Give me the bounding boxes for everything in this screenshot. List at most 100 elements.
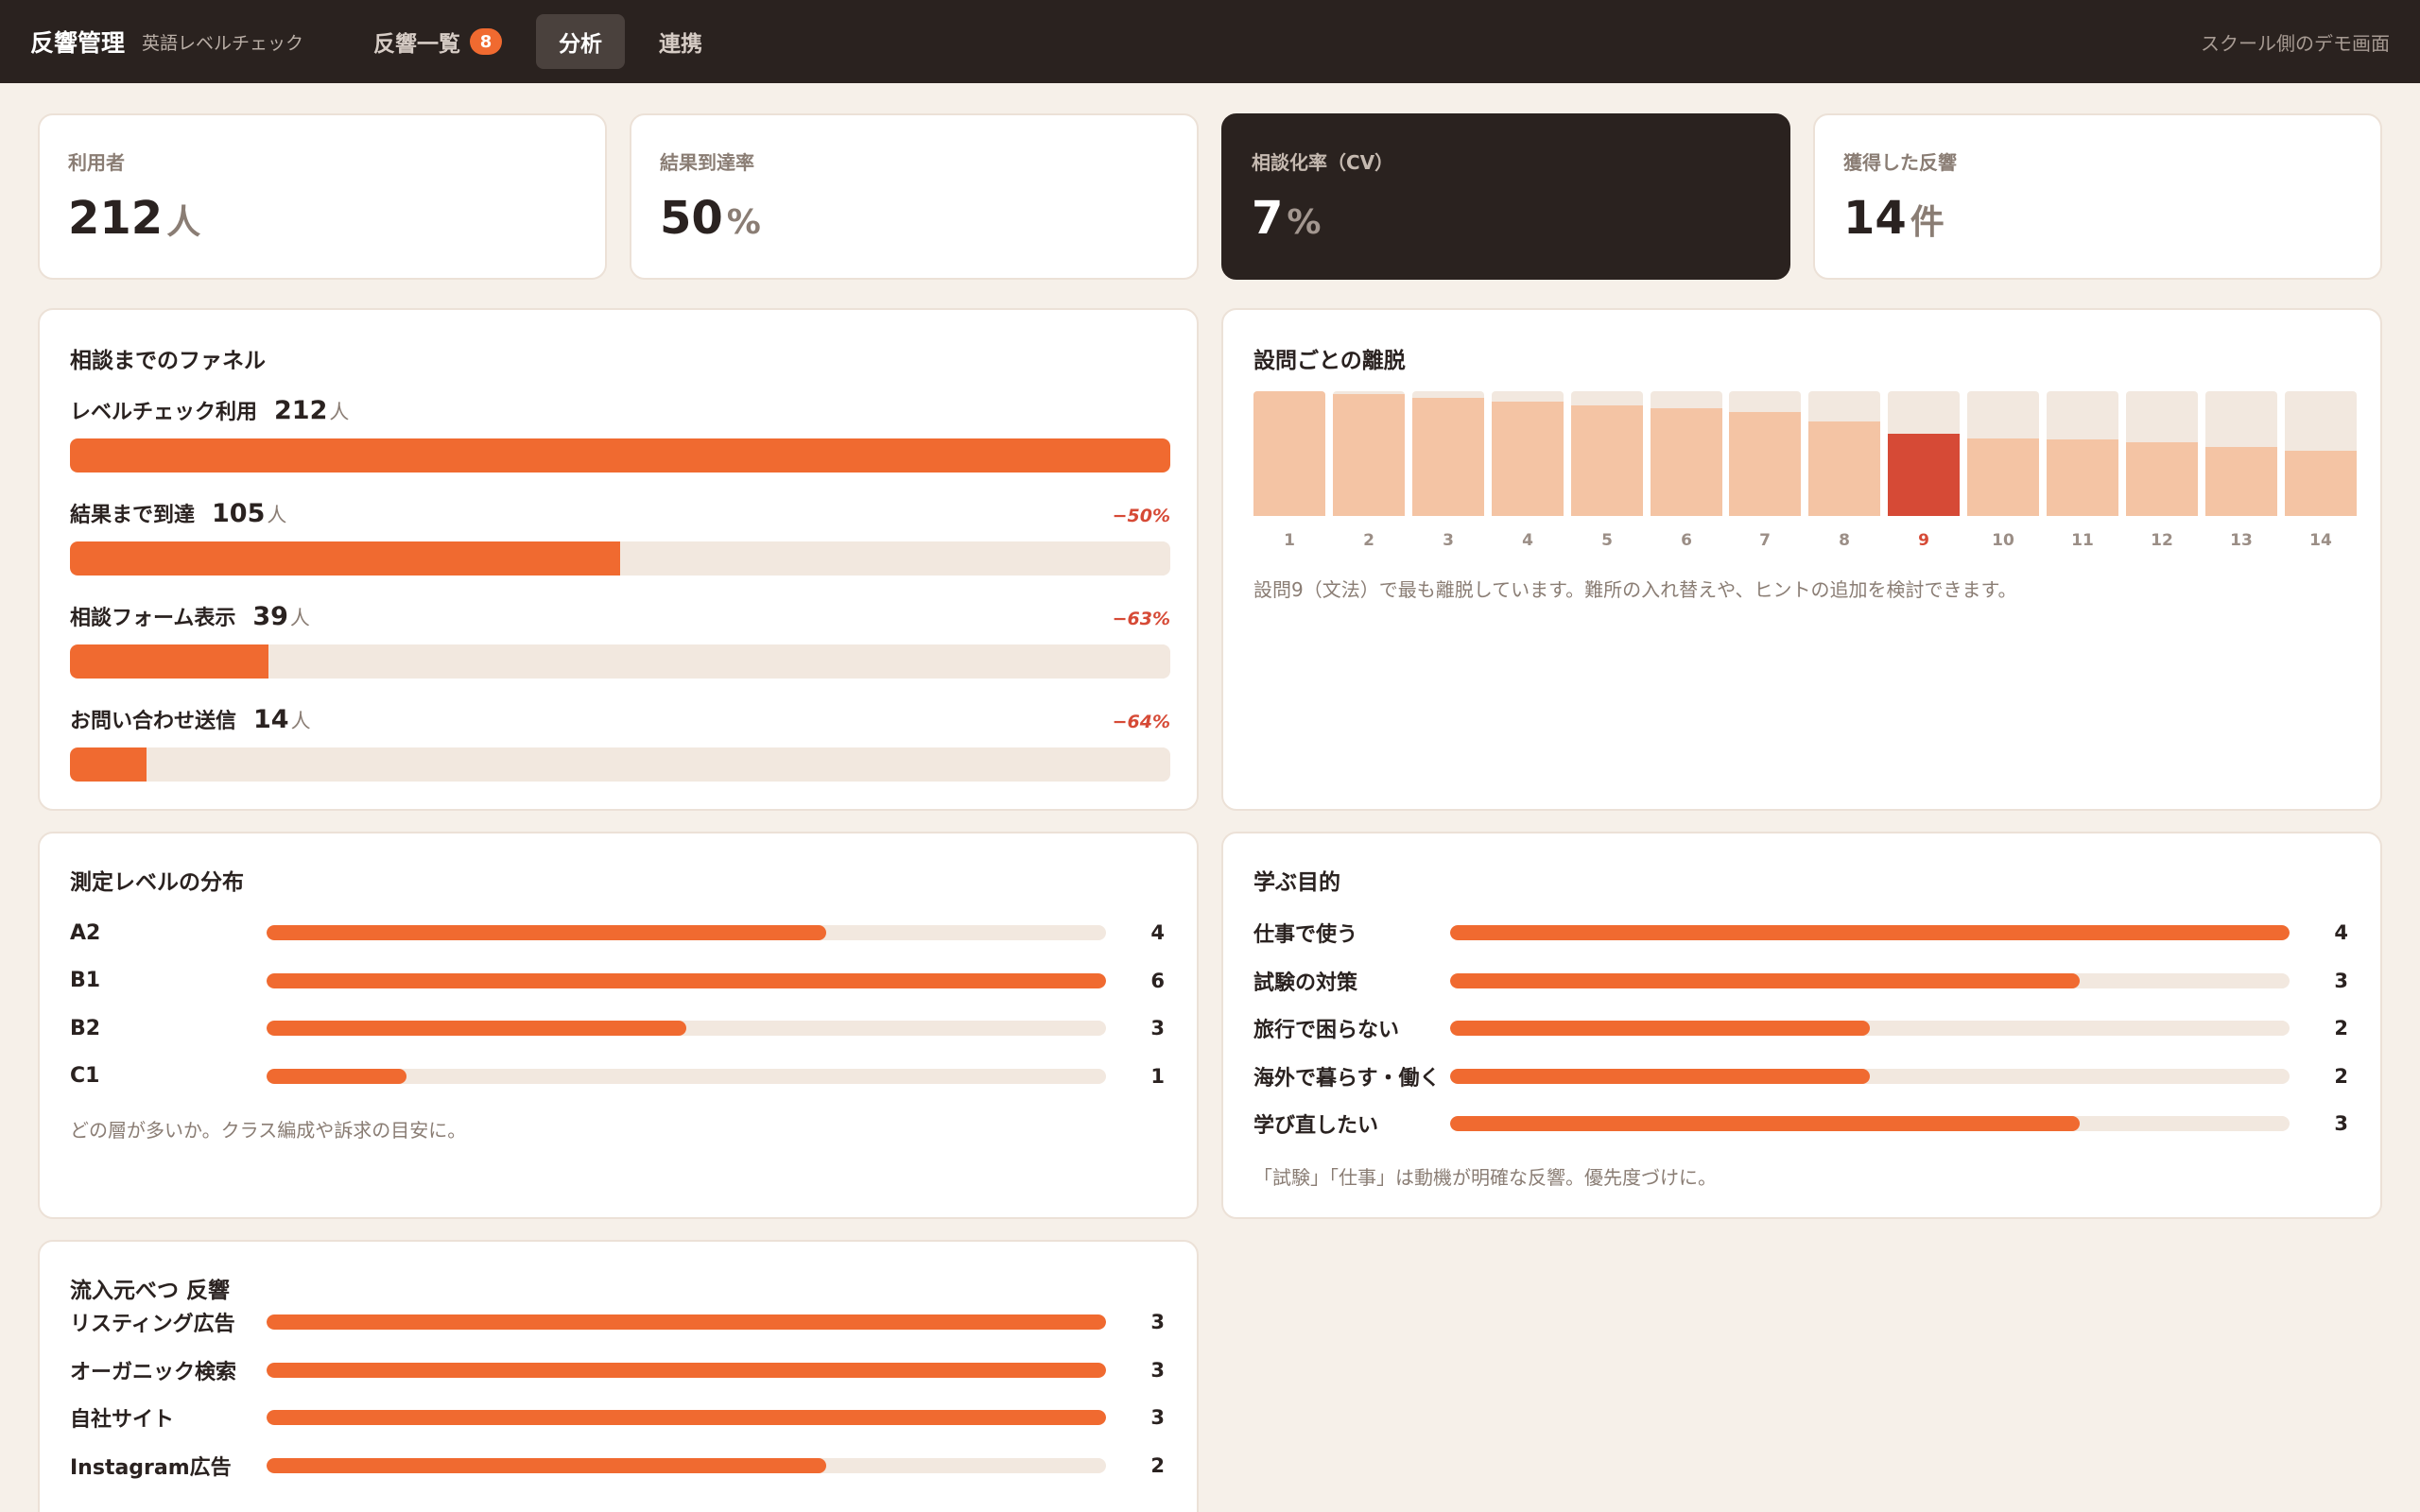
- dropout-chart: [1253, 391, 2357, 516]
- source-value: 3: [1150, 1358, 1165, 1382]
- funnel-step: 結果まで到達 105 人 −50%: [70, 498, 1170, 576]
- purpose-value: 3: [2334, 969, 2348, 992]
- level-value: 1: [1150, 1064, 1165, 1088]
- dropout-axis-label: 9: [1918, 531, 1929, 550]
- dropout-axis-label: 5: [1601, 531, 1613, 550]
- dropout-bar-fill: [2285, 451, 2357, 516]
- panel-title: 相談までのファネル: [70, 349, 266, 373]
- stat-label: 獲得した反響: [1843, 151, 1957, 174]
- dropout-bar-fill: [2126, 442, 2198, 516]
- purpose-bar-fill: [1450, 972, 2080, 988]
- level-bar-fill: [267, 1068, 406, 1084]
- dropout-axis-label: 3: [1443, 531, 1454, 550]
- purpose-value: 2: [2334, 1064, 2348, 1088]
- tab-analytics-label: 分析: [559, 32, 603, 57]
- stat-label: 利用者: [68, 151, 125, 174]
- funnel-step-name: 相談フォーム表示: [70, 607, 236, 630]
- purpose-label: 海外で暮らす・働く: [1253, 1066, 1441, 1091]
- funnel-bar-track: [70, 644, 1170, 679]
- source-row: リスティング広告 3: [70, 1306, 1165, 1338]
- funnel-step-unit: 人: [289, 607, 310, 629]
- level-label: B1: [70, 969, 101, 992]
- source-bar-fill: [267, 1410, 1106, 1425]
- tab-inquiries[interactable]: 反響一覧 8: [351, 14, 525, 69]
- funnel-step-count: 39: [252, 602, 288, 631]
- demo-notice: スクール側のデモ画面: [2201, 31, 2390, 55]
- level-label: B2: [70, 1016, 101, 1040]
- level-row: B1 6: [70, 965, 1165, 997]
- funnel-step-count: 105: [212, 499, 266, 528]
- source-value: 3: [1150, 1406, 1165, 1429]
- dropout-bar-fill: [1571, 405, 1643, 516]
- dropout-axis-label: 6: [1681, 531, 1692, 550]
- level-value: 4: [1150, 921, 1165, 944]
- inquiries-count-badge: 8: [470, 28, 503, 55]
- funnel-step-unit: 人: [267, 504, 287, 526]
- stat-card-users: 利用者 212 人: [38, 113, 607, 280]
- purpose-bar-track: [1450, 925, 2290, 940]
- funnel-step-name: レベルチェック利用: [70, 401, 258, 424]
- dropout-bar-fill: [1888, 434, 1960, 516]
- dropout-bar-fill: [1967, 438, 2039, 516]
- purpose-bar-track: [1450, 1068, 2290, 1084]
- stat-value: 14 件: [1843, 192, 1945, 245]
- purpose-value: 3: [2334, 1112, 2348, 1135]
- purpose-row: 海外で暮らす・働く 2: [1253, 1060, 2348, 1092]
- dropout-note: 設問9（文法）で最も離脱しています。難所の入れ替えや、ヒントの追加を検討できます…: [1253, 578, 2017, 601]
- dropout-bar-q6: [1651, 391, 1722, 516]
- level-bar-track: [267, 925, 1106, 940]
- funnel-step-name: お問い合わせ送信: [70, 710, 237, 733]
- level-label: C1: [70, 1064, 100, 1088]
- funnel-bar-track: [70, 541, 1170, 576]
- purpose-bar-fill: [1450, 1068, 1870, 1084]
- purpose-bar-fill: [1450, 1116, 2080, 1131]
- dropout-bar-q12: [2126, 391, 2198, 516]
- dropout-bar-q3: [1412, 391, 1484, 516]
- level-distribution-panel: 測定レベルの分布 A2 4 B1 6 B2 3 C1 1 どの層が多いか。クラス編成や訴求の目…: [38, 832, 1199, 1219]
- tab-analytics[interactable]: 分析: [536, 14, 626, 69]
- dropout-axis-label: 10: [1992, 531, 2014, 550]
- dropout-bar-q2: [1333, 391, 1405, 516]
- dropout-bar-q4: [1492, 391, 1564, 516]
- tab-inquiries-label: 反響一覧: [373, 32, 461, 57]
- dropout-axis-label: 2: [1363, 531, 1374, 550]
- dropout-bar-q9: [1888, 391, 1960, 516]
- dropout-bar-q13: [2205, 391, 2277, 516]
- tab-integrations[interactable]: 連携: [636, 14, 725, 69]
- level-value: 3: [1150, 1017, 1165, 1040]
- purposes-note: 「試験」「仕事」は動機が明確な反響。優先度づけに。: [1253, 1166, 1717, 1189]
- purpose-bar-track: [1450, 1021, 2290, 1036]
- source-value: 3: [1150, 1311, 1165, 1333]
- purpose-bar-fill: [1450, 1021, 1870, 1036]
- source-label: 自社サイト: [70, 1408, 175, 1432]
- purpose-value: 2: [2334, 1017, 2348, 1040]
- funnel-bar-fill: [70, 438, 1170, 472]
- stat-card-inquiries: 獲得した反響 14 件: [1813, 113, 2382, 280]
- funnel-step-unit: 人: [329, 401, 350, 423]
- funnel-step: お問い合わせ送信 14 人 −64%: [70, 704, 1170, 782]
- level-value: 6: [1150, 969, 1165, 992]
- dropout-bar-fill: [1333, 394, 1405, 516]
- stat-value: 50%: [660, 192, 761, 245]
- level-bar-fill: [267, 925, 826, 940]
- dropout-axis-label: 4: [1522, 531, 1533, 550]
- purpose-bar-track: [1450, 972, 2290, 988]
- dropout-bar-fill: [1412, 398, 1484, 516]
- dropout-bar-fill: [1651, 408, 1722, 516]
- purpose-label: 学び直したい: [1253, 1114, 1379, 1138]
- funnel-step: 相談フォーム表示 39 人 −63%: [70, 601, 1170, 679]
- top-bar: 反響管理 英語レベルチェック 反響一覧 8 分析 連携 スクール側のデモ画面: [0, 0, 2420, 83]
- purpose-row: 旅行で困らない 2: [1253, 1012, 2348, 1044]
- funnel-step-drop: −63%: [1112, 609, 1170, 629]
- dropout-bar-fill: [2047, 439, 2118, 516]
- panel-title: 設問ごとの離脱: [1253, 349, 1406, 373]
- dropout-axis-label: 14: [2309, 531, 2332, 550]
- source-bar-track: [267, 1457, 1106, 1473]
- source-label: オーガニック検索: [70, 1360, 237, 1384]
- purpose-bar-fill: [1450, 925, 2290, 940]
- dropout-axis-label: 12: [2151, 531, 2173, 550]
- tab-integrations-label: 連携: [659, 32, 703, 57]
- level-bar-track: [267, 972, 1106, 988]
- source-label: Instagram広告: [70, 1455, 232, 1480]
- funnel-step-drop: −64%: [1112, 712, 1170, 732]
